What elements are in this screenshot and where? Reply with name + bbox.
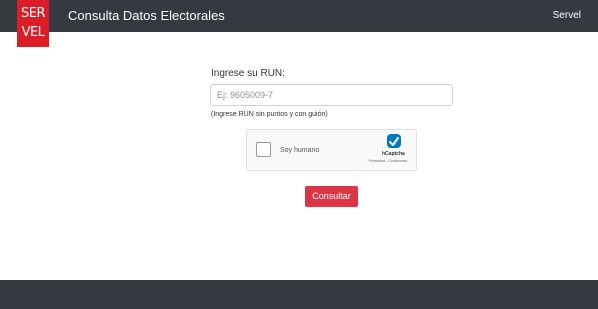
- consultar-button[interactable]: Consultar: [305, 186, 358, 207]
- servel-logo[interactable]: SER VEL: [17, 0, 49, 47]
- app-title: Consulta Datos Electorales: [68, 8, 225, 23]
- captcha-checkbox[interactable]: [256, 142, 271, 157]
- top-navbar: SER VEL Consulta Datos Electorales Serve…: [0, 0, 598, 47]
- logo-text-line1: SER: [21, 6, 46, 21]
- footer-bar: [0, 280, 598, 309]
- hcaptcha-logo-icon: [387, 134, 401, 148]
- run-help-text: (Ingrese RUN sin puntos y con guión): [211, 111, 328, 118]
- servel-nav-link[interactable]: Servel: [553, 10, 581, 22]
- run-label: Ingrese su RUN:: [211, 68, 285, 79]
- hcaptcha-brand: hCaptcha: [382, 151, 405, 157]
- captcha-checkbox-label: Soy humano: [280, 147, 320, 154]
- logo-text-line2: VEL: [21, 25, 45, 40]
- hcaptcha-links[interactable]: Privacidad - Condiciones: [361, 159, 415, 164]
- hcaptcha-widget: Soy humano hCaptcha Privacidad - Condici…: [246, 129, 417, 171]
- run-input[interactable]: [210, 84, 453, 106]
